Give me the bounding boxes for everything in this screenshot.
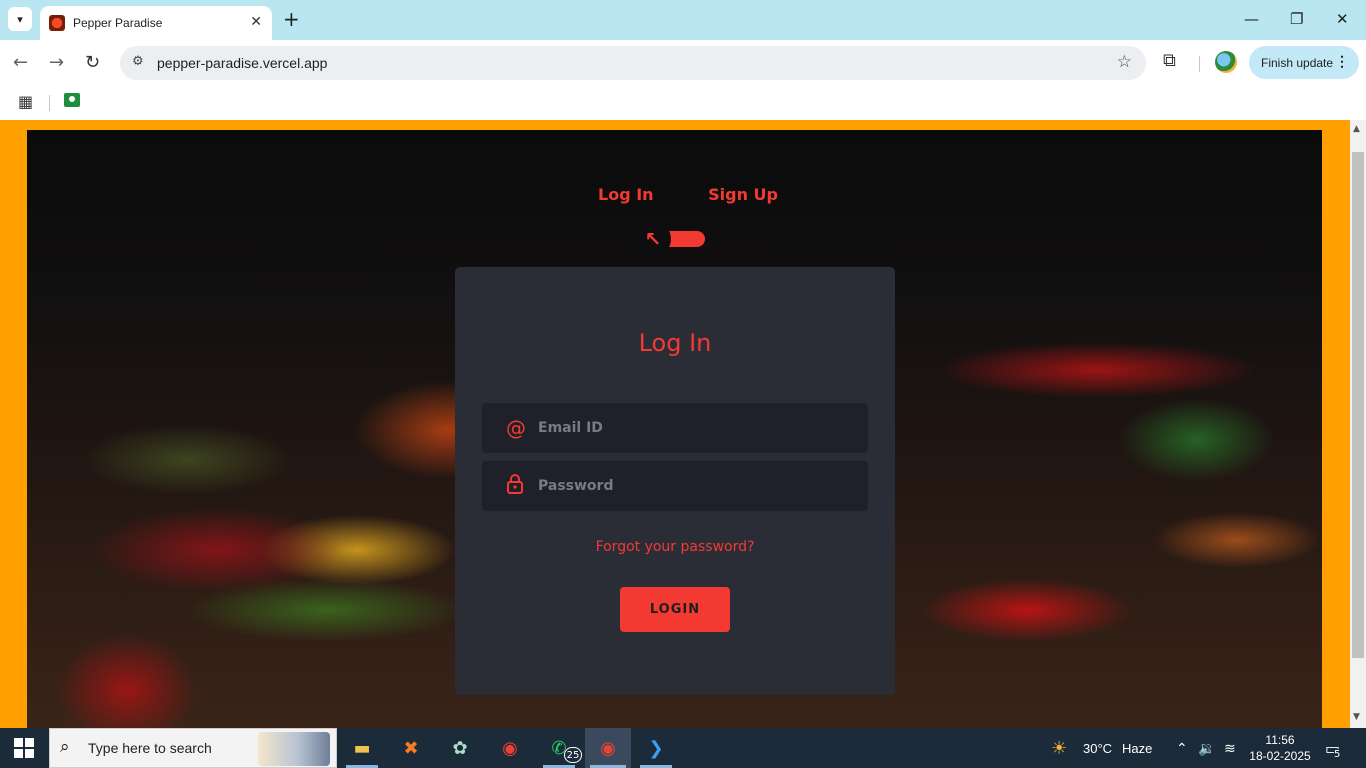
vscode-icon[interactable]: ❯ bbox=[642, 734, 670, 762]
search-icon: ⌕ bbox=[60, 737, 70, 757]
scroll-up-icon[interactable]: ▲ bbox=[1353, 124, 1360, 134]
weather-desc[interactable]: Haze bbox=[1122, 728, 1152, 768]
extensions-puzzle-icon[interactable]: ⧉ bbox=[1163, 50, 1176, 71]
classroom-bookmark-icon[interactable] bbox=[64, 93, 80, 107]
card-title: Log In bbox=[638, 329, 712, 357]
browser-toolbar: ← → ↻ ⚙ pepper-paradise.vercel.app ☆ ⧉ F… bbox=[0, 40, 1366, 86]
windows-start-icon[interactable] bbox=[14, 738, 34, 758]
forgot-password-link[interactable]: Forgot your password? bbox=[455, 539, 895, 555]
taskbar-clock[interactable]: 11:56 18-02-2025 bbox=[1249, 732, 1311, 764]
chatgpt-icon[interactable]: ✿ bbox=[446, 734, 474, 762]
back-arrow-icon[interactable]: ← bbox=[13, 52, 28, 73]
page-scrollbar[interactable]: ▲ ▼ bbox=[1350, 120, 1366, 728]
close-tab-icon[interactable]: ✕ bbox=[250, 14, 262, 30]
wifi-icon[interactable]: ≋ bbox=[1224, 728, 1236, 768]
clock-date: 18-02-2025 bbox=[1249, 749, 1311, 763]
at-sign-icon: @ bbox=[506, 416, 526, 440]
weather-temp[interactable]: 30°C bbox=[1083, 728, 1112, 768]
chili-background-image: Log In Sign Up ↖ Log In @ Email ID Forgo… bbox=[27, 130, 1322, 728]
whatsapp-unread-badge: 25 bbox=[564, 747, 582, 763]
minimize-button[interactable]: — bbox=[1244, 10, 1259, 28]
profile-avatar[interactable] bbox=[1215, 51, 1237, 73]
tab-search-button[interactable]: ▾ bbox=[8, 7, 32, 31]
restore-button[interactable]: ❐ bbox=[1290, 10, 1303, 28]
page-viewport: Log In Sign Up ↖ Log In @ Email ID Forgo… bbox=[0, 120, 1350, 728]
reload-icon[interactable]: ↻ bbox=[85, 52, 100, 73]
notification-count: 5 bbox=[1334, 749, 1341, 760]
auth-toggle-arrow-icon[interactable]: ↖ bbox=[635, 221, 671, 257]
toolbar-divider bbox=[1199, 56, 1200, 72]
show-hidden-icons-chevron-icon[interactable]: ⌃ bbox=[1176, 728, 1188, 768]
browser-tab-pepper-paradise[interactable]: Pepper Paradise ✕ bbox=[40, 6, 272, 40]
lock-icon bbox=[506, 474, 524, 499]
scrollbar-thumb[interactable] bbox=[1352, 152, 1364, 658]
windows-taskbar: ⌕ Type here to search ▬ ✖ ✿ ◉ ✆ ◉ ❯ ☀ 30… bbox=[0, 728, 1366, 768]
url-text[interactable]: pepper-paradise.vercel.app bbox=[157, 55, 327, 71]
more-menu-icon[interactable]: ⋮ bbox=[1335, 53, 1349, 70]
finish-update-label: Finish update bbox=[1261, 55, 1334, 70]
new-tab-button[interactable]: + bbox=[283, 8, 300, 30]
speaker-icon[interactable]: 🔉 bbox=[1198, 728, 1215, 768]
chrome-icon[interactable]: ◉ bbox=[496, 734, 524, 762]
address-bar[interactable]: ⚙ pepper-paradise.vercel.app ☆ bbox=[120, 46, 1146, 80]
auth-switch: Log In Sign Up bbox=[598, 185, 778, 204]
browser-tab-bar: ▾ Pepper Paradise ✕ + — ❐ ✕ bbox=[0, 0, 1366, 40]
finish-update-button[interactable]: Finish update ⋮ bbox=[1249, 46, 1359, 79]
apps-grid-icon[interactable]: ▦ bbox=[18, 92, 33, 111]
taskbar-search-text: Type here to search bbox=[88, 740, 212, 756]
xampp-icon[interactable]: ✖ bbox=[397, 734, 425, 762]
clock-time: 11:56 bbox=[1265, 733, 1295, 747]
scroll-down-icon[interactable]: ▼ bbox=[1353, 712, 1360, 722]
taskbar-search-box[interactable]: ⌕ Type here to search bbox=[49, 728, 337, 768]
search-highlight-image bbox=[258, 732, 330, 766]
chrome-profile-icon[interactable]: ◉ bbox=[594, 734, 622, 762]
file-explorer-icon[interactable]: ▬ bbox=[348, 734, 376, 762]
password-field-wrapper bbox=[482, 461, 868, 511]
site-settings-icon[interactable]: ⚙ bbox=[132, 54, 144, 69]
login-button[interactable]: LOGIN bbox=[620, 587, 730, 632]
password-input[interactable] bbox=[538, 461, 858, 511]
login-card: Log In @ Forgot your password? LOGIN bbox=[455, 267, 895, 695]
bookmarks-bar: ▦ bbox=[0, 86, 1366, 120]
tab-title: Pepper Paradise bbox=[73, 16, 163, 30]
email-input[interactable] bbox=[538, 403, 858, 453]
switch-signup-link[interactable]: Sign Up bbox=[708, 185, 778, 204]
weather-icon[interactable]: ☀ bbox=[1051, 728, 1067, 768]
email-field-wrapper: @ bbox=[482, 403, 868, 453]
switch-login-link[interactable]: Log In bbox=[598, 185, 654, 204]
bookmarks-divider bbox=[49, 95, 50, 111]
pepper-favicon-icon bbox=[49, 15, 65, 31]
close-window-button[interactable]: ✕ bbox=[1336, 10, 1349, 28]
bookmark-star-icon[interactable]: ☆ bbox=[1117, 52, 1132, 72]
forward-arrow-icon[interactable]: → bbox=[49, 52, 64, 73]
